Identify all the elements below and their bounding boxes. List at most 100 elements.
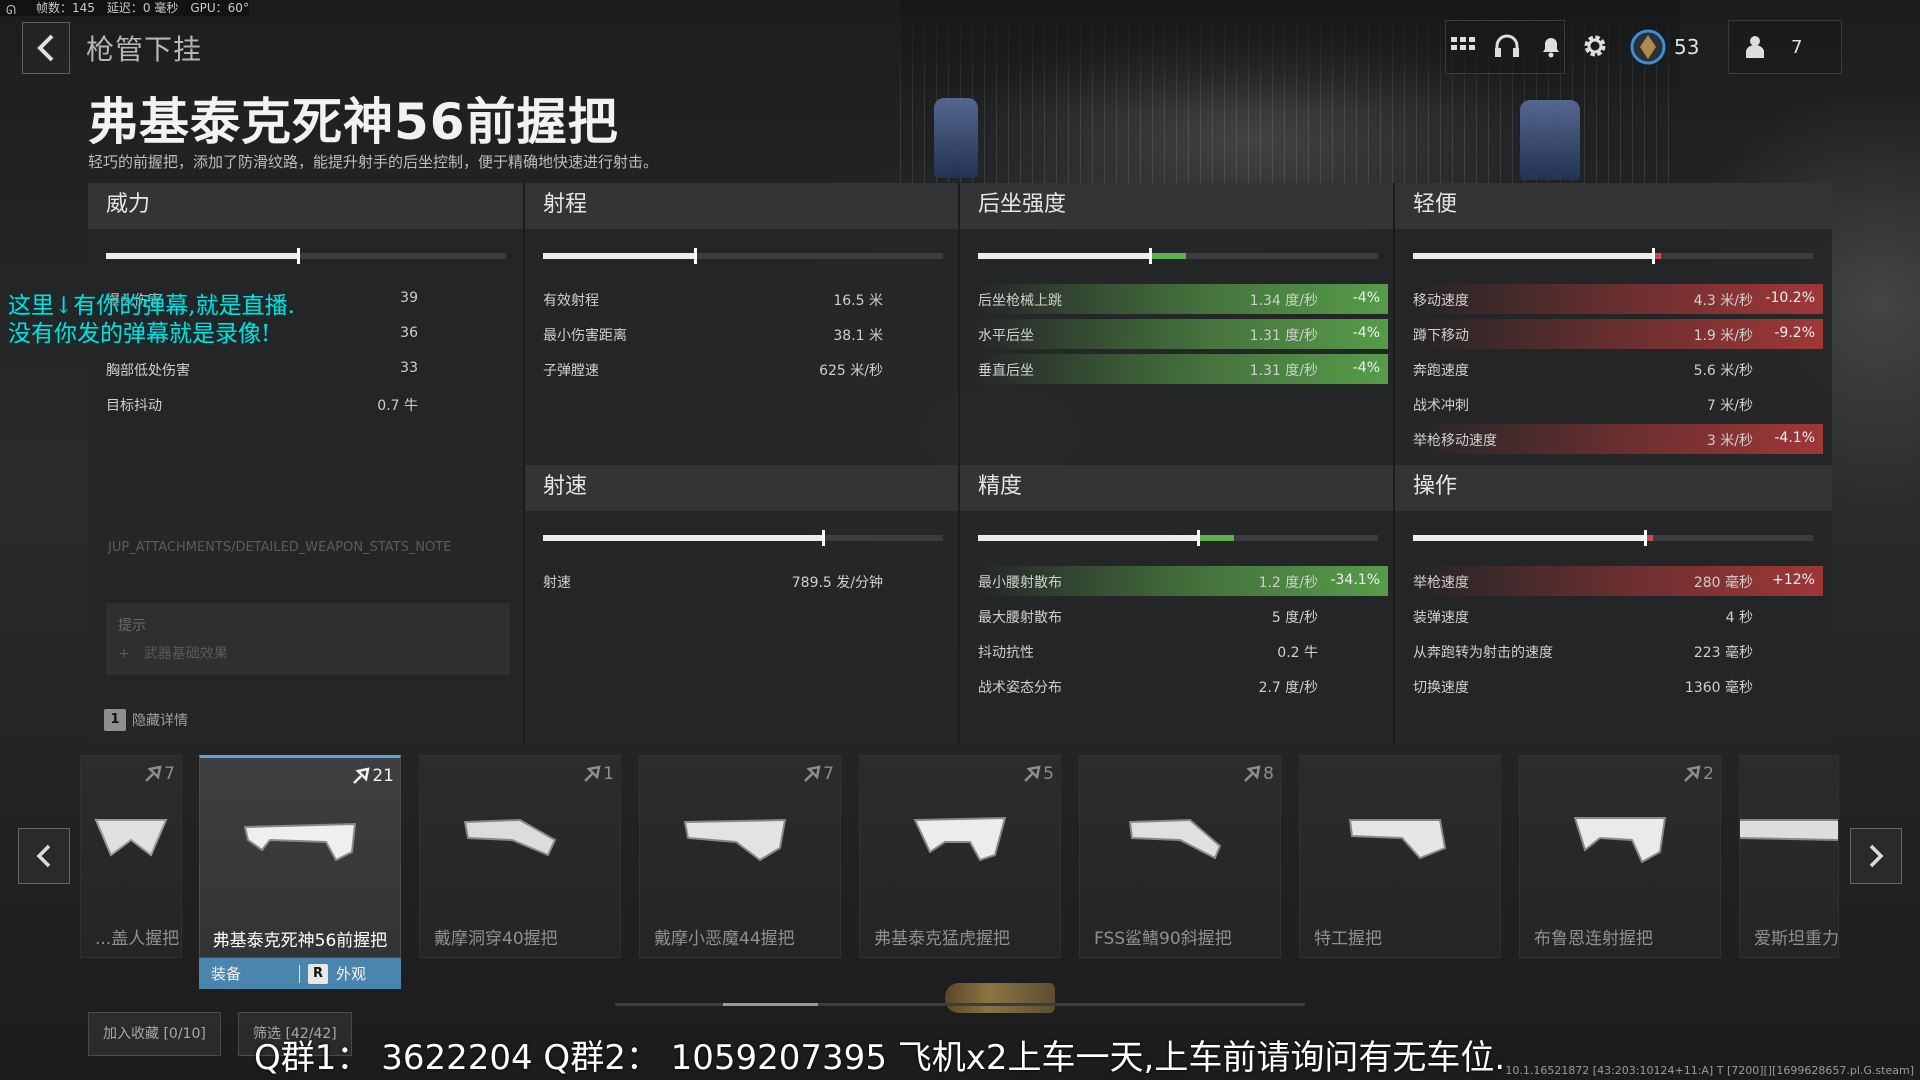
fps-overlay: ᘏ 帧数：145 延迟：0 毫秒 GPU：60° <box>0 0 249 17</box>
party-button[interactable]: 7 <box>1728 20 1842 74</box>
stat-value: 7 米/秒 <box>1706 398 1753 414</box>
attachment-kill-count: 21 <box>372 766 394 786</box>
attachment-name: 爱斯坦重力 <box>1754 929 1839 949</box>
carousel-prev-button[interactable] <box>18 828 70 884</box>
carousel-scrollbar[interactable] <box>615 1003 1305 1006</box>
stat-label: 后坐枪械上跳 <box>978 293 1062 309</box>
foregrip-image <box>1120 800 1240 870</box>
item-description: 轻巧的前握把，添加了防滑纹路，能提升射手的后坐控制，便于精确地快速进行射击。 <box>88 153 659 171</box>
stat-value: 16.5 米 <box>833 293 883 309</box>
attachment-kills: 21 <box>352 766 394 786</box>
attachment-card[interactable]: 8 FSS鲨鳍90斜握把 <box>1079 755 1281 958</box>
stat-row: 子弹膛速 625 米/秒 <box>543 354 953 384</box>
danmaku-line: 没有你发的弹幕就是录像! <box>8 321 271 347</box>
stat-label: 胸部低处伤害 <box>106 363 190 379</box>
player-level[interactable]: 53 <box>1630 20 1710 74</box>
stat-value: 1.31 度/秒 <box>1249 328 1318 344</box>
attachment-kills: 7 <box>144 764 175 784</box>
stat-value: 1.9 米/秒 <box>1693 328 1753 344</box>
stat-value: 789.5 发/分钟 <box>791 575 883 591</box>
stat-bar <box>1413 248 1813 264</box>
scrollbar-thumb[interactable] <box>723 1003 818 1006</box>
foregrip-image <box>81 800 181 870</box>
appearance-button[interactable]: 外观 <box>336 963 366 984</box>
stat-bar-fill <box>978 535 1198 541</box>
section-power: 威力 <box>88 183 523 229</box>
separator <box>299 964 300 983</box>
danmaku-line: 这里↓有你的弹幕,就是直播. <box>8 293 295 319</box>
party-count: 7 <box>1791 36 1803 58</box>
stat-row: 抖动抗性 0.2 牛 <box>978 636 1388 666</box>
stat-label: 切换速度 <box>1413 680 1469 696</box>
add-favorite-button[interactable]: 加入收藏 [0/10] <box>88 1012 221 1056</box>
menu-grid-button[interactable] <box>1448 24 1478 68</box>
stat-bar-fill <box>543 535 823 541</box>
attachment-kill-count: 7 <box>164 764 175 784</box>
equip-button[interactable]: 装备 <box>199 963 299 984</box>
divider <box>1393 183 1395 745</box>
attachment-card[interactable]: 特工握把 <box>1299 755 1501 958</box>
stat-value: 1.34 度/秒 <box>1249 293 1318 309</box>
section-title: 精度 <box>960 465 1393 511</box>
attachment-kill-count: 5 <box>1043 764 1054 784</box>
stat-value: 0.7 牛 <box>377 398 418 414</box>
attachment-kills: 1 <box>583 764 614 784</box>
stat-bar-fill <box>543 253 695 259</box>
tip-text: 武器基础效果 <box>143 646 228 662</box>
stat-value: 2.7 度/秒 <box>1258 680 1318 696</box>
attachment-card[interactable]: 爱斯坦重力 <box>1739 755 1839 958</box>
stat-change: -10.2% <box>1765 290 1815 306</box>
stat-bar <box>1413 530 1813 546</box>
equip-bar[interactable]: 装备 R 外观 <box>199 958 401 989</box>
stat-value: 4 秒 <box>1725 610 1753 626</box>
section-firerate: 射速 <box>525 465 958 511</box>
attachment-card[interactable]: 7 ...盖人握把 <box>80 755 182 958</box>
attachment-card[interactable]: 1 戴摩洞穿40握把 <box>419 755 621 958</box>
appearance-key: R <box>308 963 328 984</box>
party-members-icon <box>1746 36 1764 58</box>
attachment-card[interactable]: 2 布鲁恩连射握把 <box>1519 755 1721 958</box>
stat-row: 战术冲刺 7 米/秒 <box>1413 389 1823 419</box>
section-title: 威力 <box>88 183 523 229</box>
back-button[interactable] <box>22 22 70 74</box>
stat-row: 后坐枪械上跳 1.34 度/秒 -4% <box>978 284 1388 314</box>
foregrip-image <box>1560 800 1680 870</box>
settings-button[interactable] <box>1580 24 1610 68</box>
kill-count-icon <box>584 765 601 782</box>
stat-bar-fill <box>106 253 298 259</box>
tip-box: 提示 + 武器基础效果 <box>106 603 510 675</box>
notifications-button[interactable] <box>1536 24 1566 68</box>
attachment-kills: 5 <box>1023 764 1054 784</box>
attachment-name: 特工握把 <box>1314 929 1382 949</box>
chevron-left-icon <box>36 844 51 868</box>
hide-details-button[interactable]: 1 隐藏详情 <box>104 708 188 732</box>
stat-label: 举枪速度 <box>1413 575 1469 591</box>
attachment-card[interactable]: 7 戴摩小恶魔44握把 <box>639 755 841 958</box>
attachment-card[interactable]: 5 弗基泰克猛虎握把 <box>859 755 1061 958</box>
stat-label: 目标抖动 <box>106 398 162 414</box>
stat-value: 625 米/秒 <box>819 363 883 379</box>
attachment-name: ...盖人握把 <box>95 929 180 949</box>
stat-change: -9.2% <box>1774 325 1815 341</box>
stat-bar-improvement <box>1150 253 1186 259</box>
stat-bar <box>978 530 1378 546</box>
gear-icon <box>1584 35 1606 57</box>
attachment-name: 弗基泰克死神56前握把 <box>212 931 388 951</box>
stat-row: 奔跑速度 5.6 米/秒 <box>1413 354 1823 384</box>
stat-value: 3 米/秒 <box>1706 433 1753 449</box>
stat-label: 抖动抗性 <box>978 645 1034 661</box>
chevron-right-icon <box>1869 844 1884 868</box>
stat-value: 1.2 度/秒 <box>1258 575 1318 591</box>
section-title: 射程 <box>525 183 958 229</box>
headset-button[interactable] <box>1492 24 1522 68</box>
robot-figure-right <box>1520 100 1580 180</box>
attachment-card[interactable]: 21 弗基泰克死神56前握把 <box>199 755 401 958</box>
grid-icon <box>1451 37 1475 50</box>
breadcrumb: 枪管下挂 <box>86 33 203 66</box>
foregrip-image <box>460 800 580 870</box>
stat-bar-fill <box>1413 535 1645 541</box>
stat-bar-marker <box>297 248 300 264</box>
carousel-next-button[interactable] <box>1850 828 1902 884</box>
stat-bar-marker <box>1644 530 1647 546</box>
stat-row: 蹲下移动 1.9 米/秒 -9.2% <box>1413 319 1823 349</box>
